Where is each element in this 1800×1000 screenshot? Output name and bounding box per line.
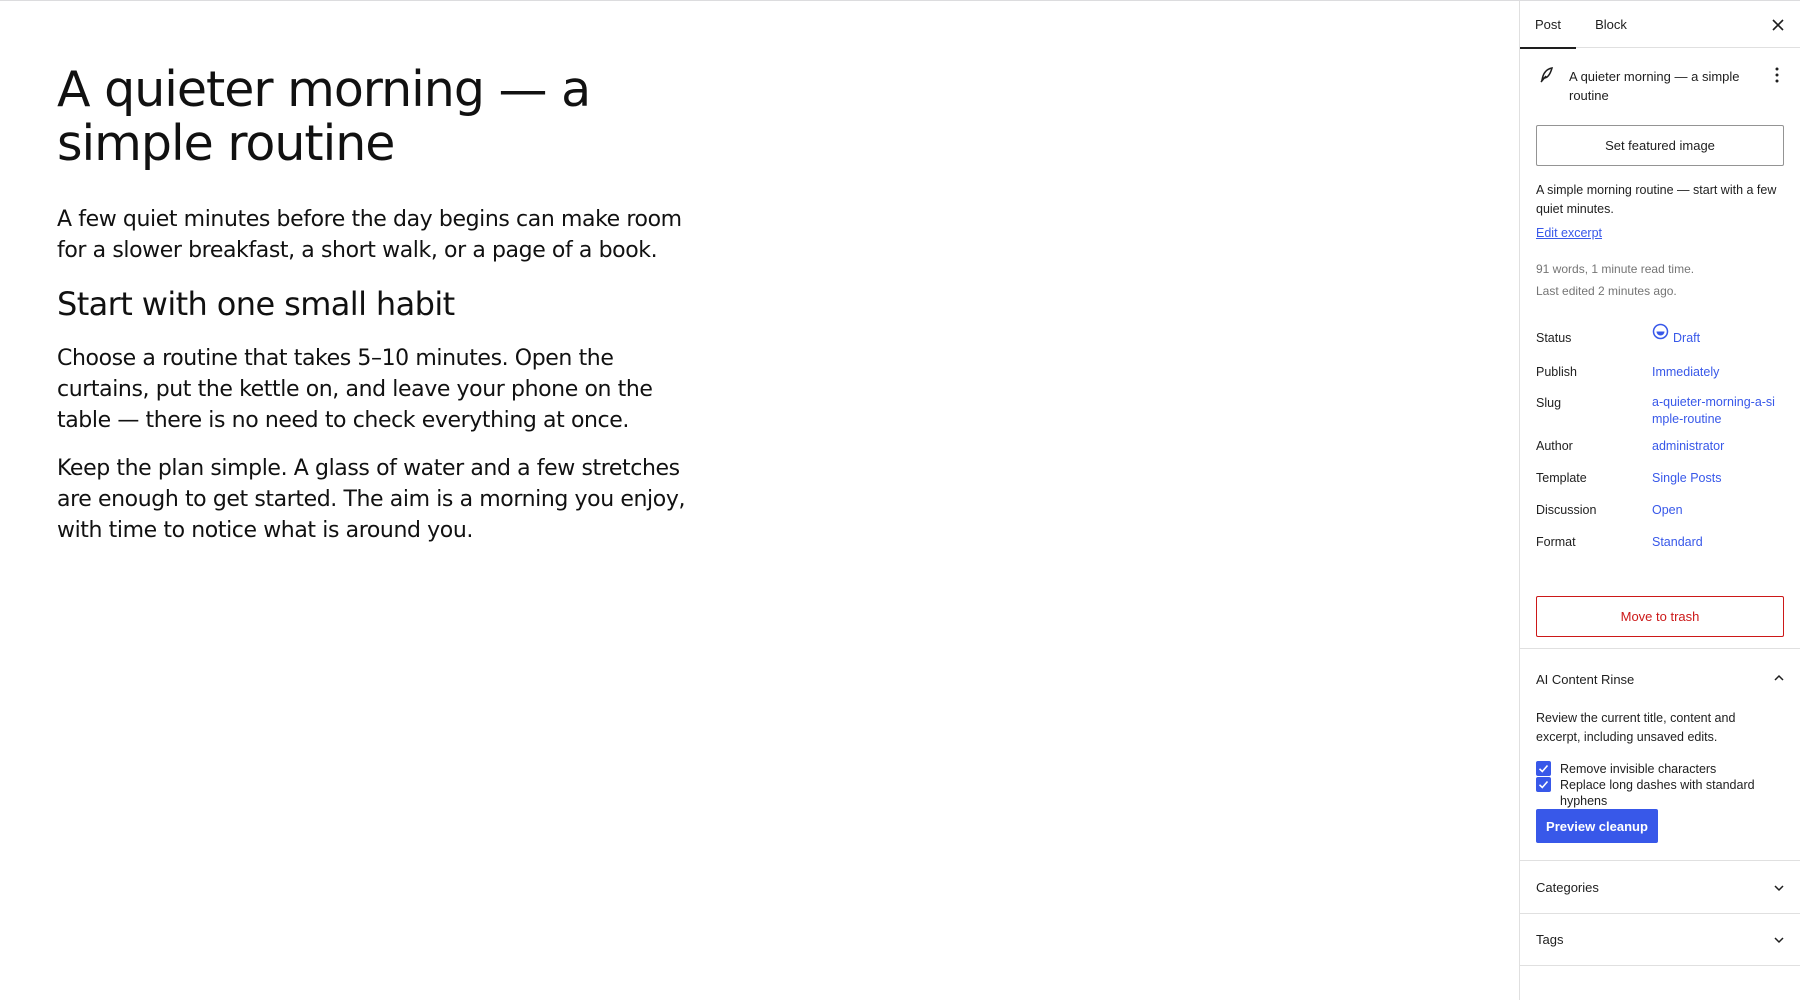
chevron-down-icon <box>1774 885 1784 892</box>
publish-value[interactable]: Immediately <box>1652 365 1719 379</box>
set-featured-image-button[interactable]: Set featured image <box>1536 125 1784 166</box>
categories-title: Categories <box>1536 880 1599 895</box>
author-value[interactable]: administrator <box>1652 439 1724 453</box>
template-value[interactable]: Single Posts <box>1652 471 1721 485</box>
post-card-title: A quieter morning — a simple routine <box>1569 69 1740 103</box>
discussion-value[interactable]: Open <box>1652 503 1683 517</box>
settings-sidebar: Post Block A quieter morning — a simple … <box>1519 1 1800 1000</box>
chevron-up-icon[interactable] <box>1771 670 1787 686</box>
draft-status-icon <box>1652 323 1669 340</box>
edit-excerpt-link[interactable]: Edit excerpt <box>1536 226 1602 240</box>
post-actions-button[interactable] <box>1767 65 1787 85</box>
close-icon <box>1772 19 1784 31</box>
check-icon <box>1538 764 1549 773</box>
ai-content-rinse-description: Review the current title, content and ex… <box>1536 711 1736 744</box>
tags-panel[interactable]: Tags <box>1520 914 1800 966</box>
check-icon <box>1538 780 1549 789</box>
feather-icon <box>1540 67 1554 83</box>
editor-canvas[interactable]: A quieter morning — a simple routine A f… <box>0 1 1519 1000</box>
tags-title: Tags <box>1536 932 1564 947</box>
format-value[interactable]: Standard <box>1652 535 1703 549</box>
preview-cleanup-button[interactable]: Preview cleanup <box>1536 809 1658 843</box>
close-sidebar-button[interactable] <box>1767 14 1789 36</box>
word-count: 91 words, 1 minute read time. <box>1536 262 1695 276</box>
last-edited: Last edited 2 minutes ago. <box>1536 284 1677 298</box>
tab-block[interactable]: Block <box>1581 1 1641 48</box>
chevron-down-icon <box>1774 937 1784 944</box>
remove-invisible-characters-label: Remove invisible characters <box>1560 762 1717 776</box>
categories-panel[interactable]: Categories <box>1520 862 1800 914</box>
discussion-label: Discussion <box>1536 503 1597 517</box>
template-label: Template <box>1536 471 1587 485</box>
format-label: Format <box>1536 535 1576 549</box>
ai-content-rinse-panel: AI Content Rinse Review the current titl… <box>1520 650 1800 861</box>
post-title[interactable]: A quieter morning — a simple routine <box>57 63 717 171</box>
author-label: Author <box>1536 439 1573 453</box>
status-label: Status <box>1536 331 1572 345</box>
paragraph-block[interactable]: Keep the plan simple. A glass of water a… <box>57 453 707 546</box>
paragraph-block[interactable]: A few quiet minutes before the day begin… <box>57 204 707 266</box>
move-to-trash-button[interactable]: Move to trash <box>1536 596 1784 637</box>
sidebar-tabs: Post Block <box>1520 1 1800 49</box>
status-value[interactable]: Draft <box>1673 331 1700 345</box>
paragraph-block[interactable]: Choose a routine that takes 5–10 minutes… <box>57 343 707 436</box>
publish-label: Publish <box>1536 365 1577 379</box>
slug-value[interactable]: a-quieter-morning-a-simple-routine <box>1652 394 1777 428</box>
post-summary-panel: A quieter morning — a simple routine Set… <box>1520 48 1800 649</box>
more-vertical-icon <box>1775 67 1779 83</box>
tab-post[interactable]: Post <box>1520 1 1576 49</box>
remove-invisible-characters-checkbox[interactable] <box>1536 761 1551 776</box>
replace-long-dashes-label: Replace long dashes with standard hyphen… <box>1560 778 1755 808</box>
replace-long-dashes-checkbox[interactable] <box>1536 777 1551 792</box>
ai-content-rinse-title[interactable]: AI Content Rinse <box>1536 672 1634 687</box>
heading-block[interactable]: Start with one small habit <box>57 284 707 324</box>
slug-label: Slug <box>1536 396 1562 410</box>
excerpt-text: A simple morning routine — start with a … <box>1536 183 1777 216</box>
